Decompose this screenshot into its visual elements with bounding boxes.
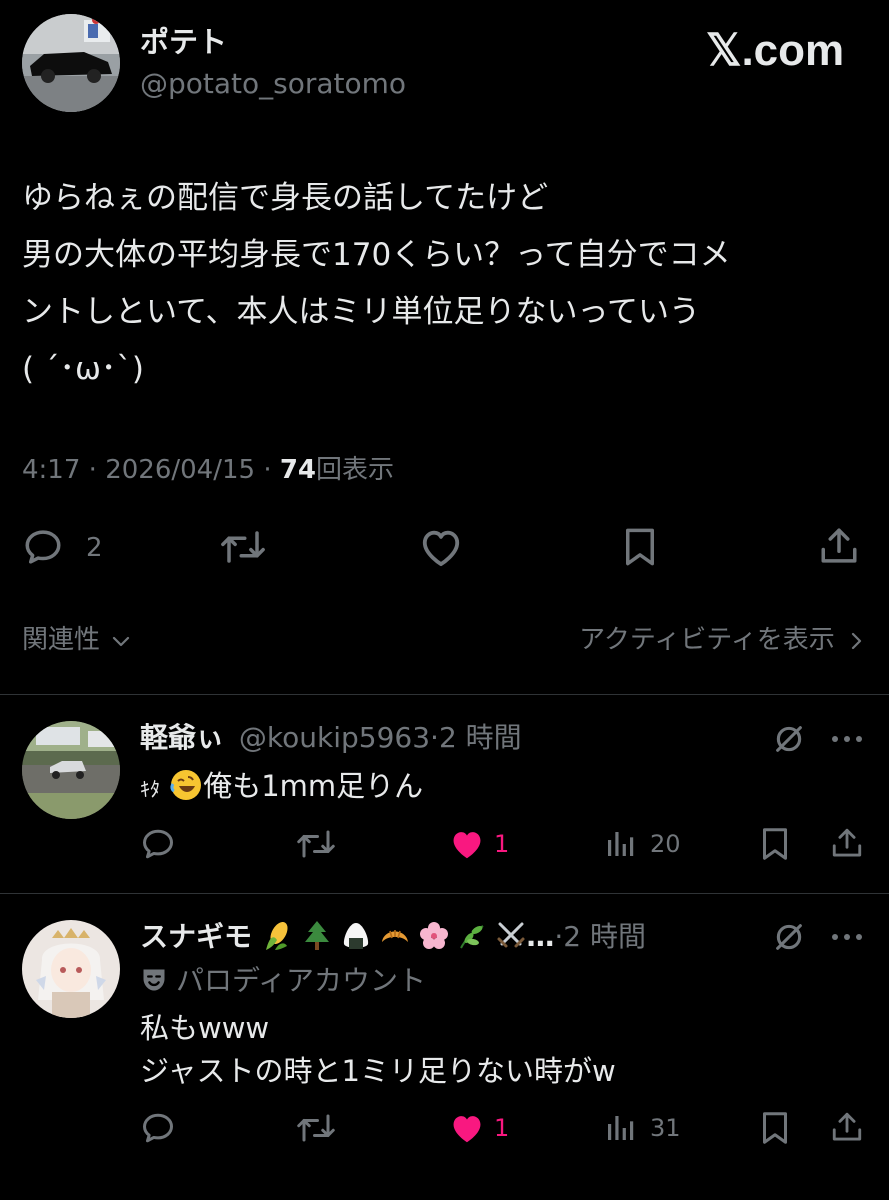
share-icon[interactable] <box>830 824 864 862</box>
views-icon[interactable] <box>604 828 636 860</box>
share-icon[interactable] <box>818 524 860 568</box>
views-icon[interactable] <box>604 1112 636 1144</box>
reply-time[interactable]: 2 時間 <box>439 721 522 754</box>
reply-author-name[interactable]: 軽爺ぃ <box>140 721 224 754</box>
liked-heart-icon[interactable] <box>448 826 486 862</box>
like-count: 1 <box>494 1114 510 1142</box>
crossed-swords-emoji-icon <box>496 920 526 952</box>
herb-emoji-icon <box>457 920 487 952</box>
reply-avatar[interactable] <box>22 721 120 819</box>
body-line-4: ( ´･ω･`) <box>22 351 145 387</box>
views-count: 20 <box>650 830 681 858</box>
reply-separator: · <box>554 920 564 953</box>
reply-separator: · <box>430 721 439 754</box>
repost-icon[interactable] <box>296 1110 336 1146</box>
rice-ball-emoji-icon <box>341 920 371 952</box>
reply-author-handle[interactable]: @koukip5963 <box>239 721 430 754</box>
reply-text-line-2: ジャストの時と1ミリ足りない時がw <box>140 1054 616 1088</box>
reply-text-prefix: ｷﾀ <box>140 777 160 801</box>
main-author-handle[interactable]: @potato_soratomo <box>140 66 406 102</box>
reply-author-name[interactable]: スナギモ <box>140 920 252 953</box>
reply-header: 軽爺ぃ @koukip5963·2 時間 <box>140 720 522 756</box>
repost-icon[interactable] <box>296 826 336 862</box>
show-activity-link[interactable]: アクティビティを表示 <box>579 622 863 658</box>
grok-icon[interactable] <box>772 920 806 954</box>
reply-text-line-1: 私もwww <box>140 1011 270 1045</box>
liked-heart-icon[interactable] <box>448 1110 486 1146</box>
repost-icon[interactable] <box>219 526 267 568</box>
like-icon[interactable] <box>418 526 464 568</box>
meta-separator: · <box>263 455 272 485</box>
main-author-avatar[interactable] <box>22 14 120 112</box>
post-date[interactable]: 2026/04/15 <box>105 455 255 485</box>
rofl-emoji-icon <box>169 768 203 802</box>
x-com-watermark: 𝕏.com <box>706 26 845 75</box>
body-line-1: ゆらねぇの配信で身長の話してたけど <box>22 180 549 216</box>
chevron-right-icon <box>849 632 863 650</box>
chevron-down-icon <box>112 634 130 648</box>
like-count: 1 <box>494 830 510 858</box>
more-options-icon[interactable] <box>830 735 864 743</box>
cherry-blossom-emoji-icon <box>419 920 449 952</box>
reply-text: 私もwww ジャストの時と1ミリ足りない時がw <box>140 1007 616 1093</box>
reply-time[interactable]: 2 時間 <box>563 920 646 953</box>
sort-dropdown[interactable]: 関連性 <box>22 622 130 658</box>
divider <box>0 694 889 695</box>
reply-icon[interactable] <box>140 1110 176 1146</box>
reply-icon[interactable] <box>22 526 64 568</box>
reply-count: 2 <box>86 533 103 563</box>
views-count: 31 <box>650 1114 681 1142</box>
parody-badge: パロディアカウント <box>140 962 426 1000</box>
grok-icon[interactable] <box>772 722 806 756</box>
theater-masks-icon <box>140 966 168 994</box>
post-time[interactable]: 4:17 <box>22 455 80 485</box>
corn-emoji-icon <box>263 920 293 952</box>
divider <box>0 893 889 894</box>
activity-label: アクティビティを表示 <box>579 625 835 655</box>
reply-avatar[interactable] <box>22 920 120 1018</box>
sort-label: 関連性 <box>22 625 101 655</box>
share-icon[interactable] <box>830 1108 864 1146</box>
name-ellipsis: … <box>526 920 555 953</box>
bookmark-icon[interactable] <box>622 526 658 568</box>
reply-header: スナギモ …·2 時間 <box>140 918 646 956</box>
views-count: 74 <box>279 455 317 485</box>
tree-emoji-icon <box>302 920 332 952</box>
bookmark-icon[interactable] <box>760 826 790 862</box>
body-line-3: ントしといて、本人はミリ単位足りないっていう <box>22 294 700 330</box>
meta-separator: · <box>88 455 97 485</box>
reply-text: ｷﾀ 俺も1mm足りん <box>140 766 423 809</box>
more-options-icon[interactable] <box>830 933 864 941</box>
reply-icon[interactable] <box>140 826 176 862</box>
bookmark-icon[interactable] <box>760 1110 790 1146</box>
main-author-name[interactable]: ポテト <box>140 24 227 60</box>
views-label: 回表示 <box>316 455 395 485</box>
croissant-emoji-icon <box>380 920 410 952</box>
parody-label: パロディアカウント <box>176 964 427 997</box>
reply-text-body: 俺も1mm足りん <box>203 769 424 803</box>
post-meta: 4:17 · 2026/04/15 · 74回表示 <box>22 452 394 488</box>
main-post-body: ゆらねぇの配信で身長の話してたけど 男の大体の平均身長で170くらい？って自分で… <box>22 170 872 398</box>
body-line-2: 男の大体の平均身長で170くらい？って自分でコメ <box>22 237 731 273</box>
